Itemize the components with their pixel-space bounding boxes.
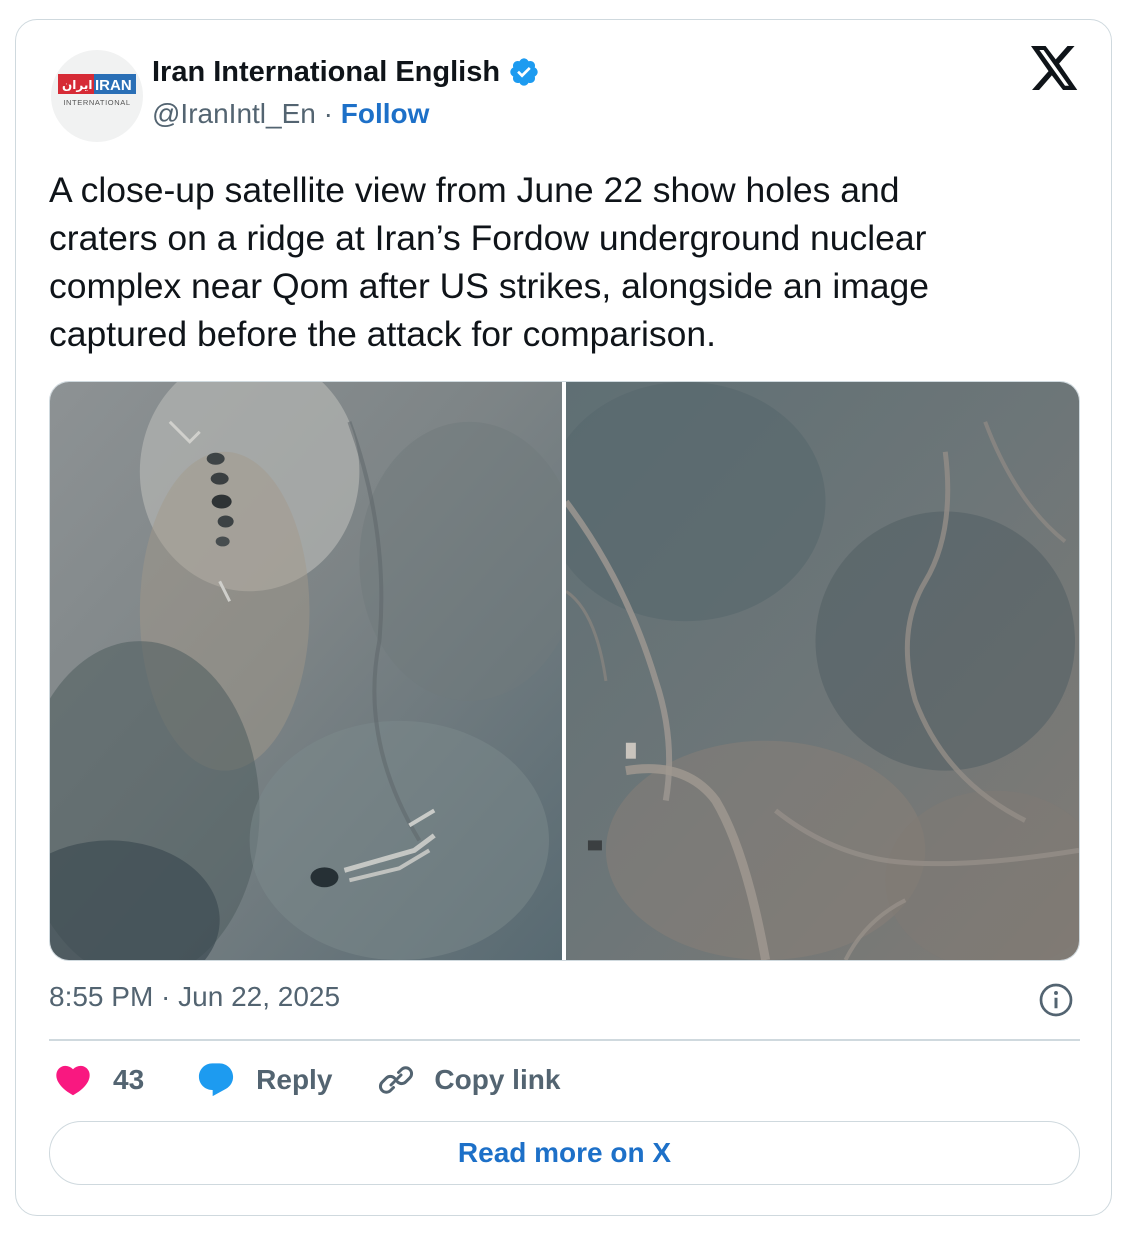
link-icon: [379, 1066, 414, 1094]
avatar[interactable]: IRAN ایران INTERNATIONAL: [51, 50, 143, 142]
svg-text:ایران: ایران: [62, 78, 92, 92]
iran-international-logo: IRAN ایران INTERNATIONAL: [58, 74, 136, 107]
handle-separator: ·: [323, 98, 333, 129]
read-more-button[interactable]: Read more on X: [49, 1121, 1080, 1185]
like-count: 43: [113, 1064, 145, 1095]
tweet-text: A close-up satellite view from June 22 s…: [49, 170, 930, 354]
divider: [49, 1039, 1080, 1041]
satellite-image-before[interactable]: [566, 382, 1079, 960]
tweet-timestamp[interactable]: 8:55 PM · Jun 22, 2025: [49, 981, 340, 1013]
reply-label: Reply: [256, 1064, 333, 1095]
info-icon[interactable]: [1038, 982, 1074, 1018]
action-bar: 43 Reply Copy link: [49, 1058, 560, 1102]
svg-text:IRAN: IRAN: [95, 77, 132, 94]
speech-bubble-icon: [199, 1063, 234, 1097]
heart-icon: [56, 1065, 90, 1096]
media-grid: [49, 381, 1080, 961]
svg-text:INTERNATIONAL: INTERNATIONAL: [63, 98, 130, 107]
reply-button[interactable]: Reply: [196, 1060, 332, 1100]
satellite-image-after[interactable]: [50, 382, 562, 960]
author-name[interactable]: Iran International English: [152, 56, 500, 89]
satellite-after-illustration: [50, 382, 562, 960]
satellite-before-illustration: [566, 382, 1079, 960]
follow-button[interactable]: Follow: [341, 98, 430, 129]
copy-link-button[interactable]: Copy link: [376, 1060, 560, 1100]
like-button[interactable]: 43: [53, 1060, 144, 1100]
verified-badge-icon: [510, 58, 538, 86]
copy-link-label: Copy link: [434, 1064, 561, 1095]
author-handle[interactable]: @IranIntl_En: [152, 98, 316, 129]
x-logo-icon[interactable]: [1030, 46, 1080, 90]
